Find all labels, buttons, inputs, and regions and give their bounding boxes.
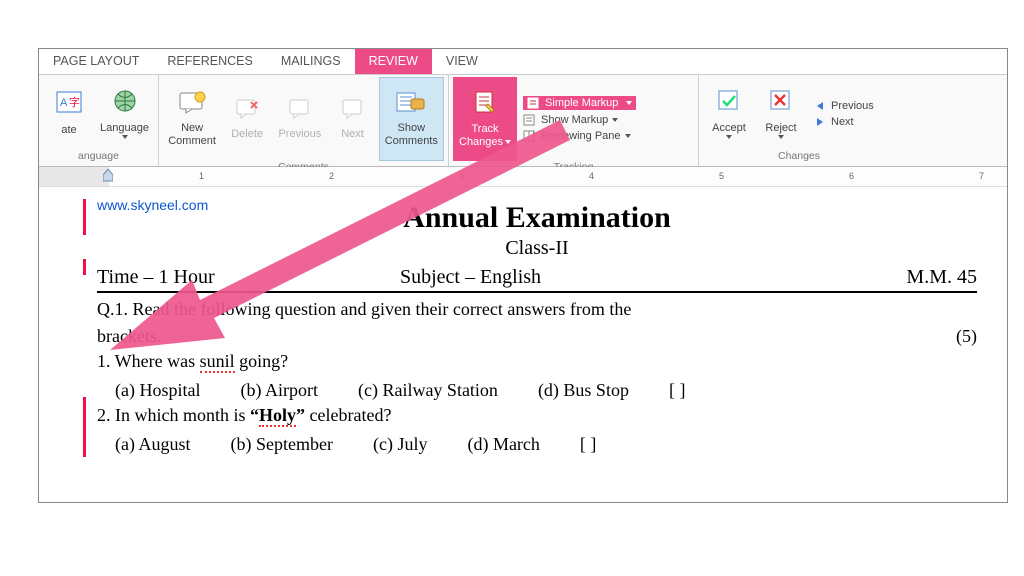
tab-mailings[interactable]: MAILINGS [267, 49, 355, 74]
track-changes-button[interactable]: Track Changes [453, 77, 517, 161]
indent-marker-icon[interactable] [103, 169, 113, 183]
question-1-marks: (5) [956, 326, 977, 347]
subject-text: Subject – English [400, 266, 541, 289]
translate-button[interactable]: A字 ate [43, 88, 95, 138]
question-1-1-options: (a) Hospital (b) Airport (c) Railway Sta… [97, 380, 977, 401]
divider-line [97, 291, 977, 293]
group-label-changes: Changes [703, 150, 895, 164]
track-changes-icon [472, 90, 498, 120]
reviewing-pane-dropdown[interactable]: Reviewing Pane [523, 130, 636, 142]
svg-text:A: A [60, 97, 68, 109]
tab-page-layout[interactable]: PAGE LAYOUT [39, 49, 153, 74]
chevron-down-icon [612, 118, 618, 122]
show-markup-dropdown[interactable]: Show Markup [523, 114, 636, 126]
question-1-heading: Q.1. Read the following question and giv… [97, 299, 977, 320]
class-line: Class-II [97, 237, 977, 260]
document-page[interactable]: www.skyneel.com Annual Examination Class… [39, 187, 1007, 465]
delete-comment-button[interactable]: Delete [221, 96, 273, 142]
translate-icon: A字 [55, 90, 83, 120]
chevron-down-icon [778, 135, 784, 139]
comment-delete-icon [235, 98, 259, 124]
horizontal-ruler[interactable]: 1 2 3 4 5 6 7 [39, 167, 1007, 187]
spelling-error: sunil [200, 351, 235, 373]
group-label-language: anguage [43, 150, 154, 164]
question-1-2-options: (a) August (b) September (c) July (d) Ma… [97, 434, 977, 455]
time-text: Time – 1 Hour [97, 266, 215, 289]
globe-icon [112, 88, 138, 118]
comment-next-icon [341, 98, 365, 124]
max-marks-text: M.M. 45 [906, 266, 977, 289]
svg-text:字: 字 [69, 95, 80, 109]
ribbon: A字 ate Language anguage [39, 75, 1007, 167]
chevron-down-icon [726, 135, 732, 139]
page-title: Annual Examination [97, 201, 977, 235]
next-change-button[interactable]: Next [813, 116, 874, 128]
chevron-down-icon [626, 101, 632, 105]
accept-icon [716, 88, 742, 118]
info-row: Time – 1 Hour Subject – English M.M. 45 [97, 266, 977, 289]
show-comments-icon [396, 91, 426, 119]
previous-comment-button[interactable]: Previous [273, 96, 326, 142]
reject-icon [768, 88, 794, 118]
new-comment-button[interactable]: New Comment [163, 89, 221, 150]
chevron-down-icon [122, 135, 128, 139]
arrow-left-icon [813, 100, 827, 112]
watermark-link: www.skyneel.com [97, 197, 208, 213]
comment-new-icon [178, 91, 206, 119]
change-bar [83, 259, 86, 275]
chevron-down-icon [625, 134, 631, 138]
change-bar [83, 199, 86, 235]
question-1-2: 2. In which month is “Holy” celebrated? [97, 405, 977, 426]
accept-button[interactable]: Accept [703, 86, 755, 140]
tab-references[interactable]: REFERENCES [153, 49, 266, 74]
tab-review[interactable]: REVIEW [355, 49, 432, 74]
reject-button[interactable]: Reject [755, 86, 807, 140]
show-markup-icon [523, 114, 537, 126]
previous-change-button[interactable]: Previous [813, 100, 874, 112]
arrow-right-icon [813, 116, 827, 128]
comment-prev-icon [288, 98, 312, 124]
tab-view[interactable]: VIEW [432, 49, 492, 74]
show-comments-button[interactable]: Show Comments [379, 77, 444, 161]
ribbon-tabs: PAGE LAYOUT REFERENCES MAILINGS REVIEW V… [39, 49, 1007, 75]
markup-icon [527, 97, 541, 109]
change-bar [83, 397, 86, 457]
reviewing-pane-icon [523, 130, 537, 142]
chevron-down-icon [505, 140, 511, 144]
language-button[interactable]: Language [95, 86, 154, 140]
display-for-review-dropdown[interactable]: Simple Markup [523, 96, 636, 110]
next-comment-button[interactable]: Next [327, 96, 379, 142]
spelling-error: Holy [259, 405, 296, 427]
question-1-1: 1. Where was sunil going? [97, 351, 977, 372]
